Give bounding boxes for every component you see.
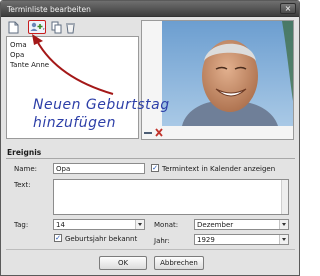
chevron-down-icon	[279, 235, 288, 244]
show-in-calendar-label: Termintext in Kalender anzeigen	[162, 165, 276, 173]
scrollbar[interactable]	[281, 180, 288, 214]
show-in-calendar-checkbox[interactable]: ✓	[151, 164, 159, 172]
day-value: 14	[56, 221, 65, 229]
annotation-line-2: hinzufügen	[33, 115, 117, 131]
year-select[interactable]: 1929	[194, 234, 289, 245]
copy-icon[interactable]	[51, 21, 63, 34]
new-document-icon[interactable]	[8, 21, 20, 34]
list-toolbar	[7, 20, 139, 35]
title-bar[interactable]: Terminliste bearbeiten ×	[1, 1, 299, 17]
dialog-window: Terminliste bearbeiten × Oma Opa Tante A…	[0, 0, 300, 276]
add-birthday-button[interactable]	[28, 20, 46, 34]
photo-tools	[141, 127, 181, 139]
remove-photo-icon[interactable]	[155, 128, 163, 137]
name-field[interactable]: Opa	[53, 163, 145, 174]
name-label: Name:	[14, 165, 38, 173]
bottom-divider	[6, 249, 295, 250]
list-item[interactable]: Opa	[10, 51, 24, 59]
list-item[interactable]: Oma	[10, 41, 27, 49]
ok-button[interactable]: OK	[99, 256, 147, 270]
close-button[interactable]: ×	[280, 3, 296, 14]
year-label: Jahr:	[154, 237, 170, 245]
delete-icon[interactable]	[65, 21, 77, 34]
year-known-checkbox[interactable]: ✓	[54, 234, 62, 242]
portrait-photo-icon	[142, 21, 293, 139]
window-title: Terminliste bearbeiten	[7, 5, 91, 14]
day-label: Tag:	[14, 221, 29, 229]
text-area[interactable]	[53, 179, 289, 215]
day-select[interactable]: 14	[53, 219, 145, 230]
month-select[interactable]: Dezember	[194, 219, 289, 230]
chevron-down-icon	[279, 220, 288, 229]
chevron-down-icon	[135, 220, 144, 229]
photo-frame[interactable]	[141, 20, 294, 140]
year-value: 1929	[197, 236, 215, 244]
section-divider	[6, 158, 295, 159]
section-title: Ereignis	[7, 148, 42, 157]
cancel-button[interactable]: Abbrechen	[154, 256, 204, 270]
month-label: Monat:	[154, 221, 179, 229]
add-birthday-icon	[30, 22, 45, 31]
annotation-line-1: Neuen Geburtstag	[33, 97, 170, 113]
text-label: Text:	[14, 181, 31, 189]
year-known-label: Geburtsjahr bekannt	[65, 235, 138, 243]
minus-icon[interactable]	[144, 132, 152, 134]
list-item[interactable]: Tante Anne	[10, 61, 49, 69]
month-value: Dezember	[197, 221, 234, 229]
